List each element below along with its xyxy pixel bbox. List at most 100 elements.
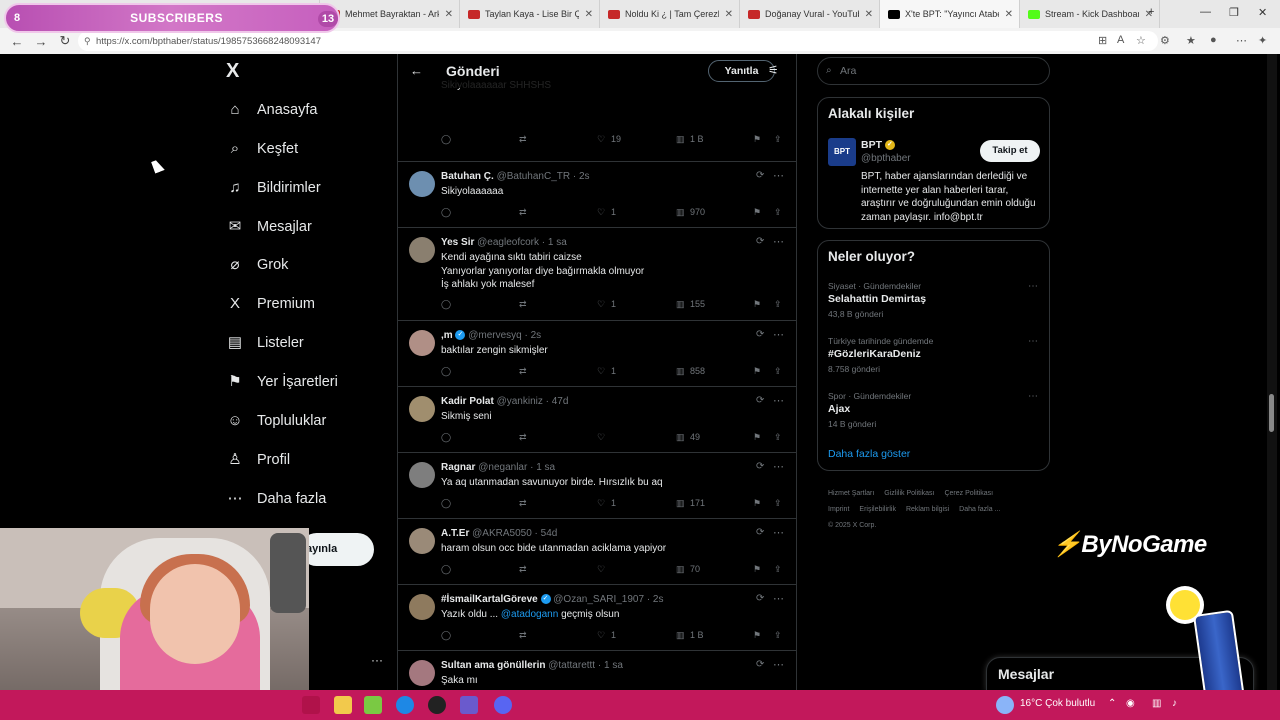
- bookmark-icon[interactable]: ⚑: [753, 432, 761, 443]
- avatar[interactable]: [409, 660, 435, 686]
- author-name[interactable]: #İsmailKartalGöreve: [441, 594, 538, 605]
- sidebar-item-9[interactable]: ☺ Topluluklar: [226, 412, 326, 430]
- author-handle[interactable]: @BatuhanC_TR · 2s: [497, 171, 590, 182]
- retweet-icon[interactable]: ⇄: [519, 207, 527, 218]
- menu-icon[interactable]: ⋯: [1236, 34, 1247, 47]
- like-icon[interactable]: ♡: [597, 432, 605, 443]
- share-icon[interactable]: ⇪: [774, 207, 782, 218]
- avatar[interactable]: [409, 462, 435, 488]
- author-handle[interactable]: @tattarettt · 1 sa: [548, 660, 623, 671]
- trend-item[interactable]: Spor · Gündemdekiler Ajax 14 B gönderi ⋯: [828, 391, 1043, 429]
- sidebar-item-1[interactable]: ⌂ Anasayfa: [226, 101, 317, 119]
- trend-item[interactable]: Türkiye tarihinde gündemde #GözleriKaraDe…: [828, 336, 1043, 374]
- avatar[interactable]: BPT: [828, 138, 856, 166]
- extensions-icon[interactable]: ⚙: [1160, 34, 1170, 47]
- reply-icon[interactable]: ◯: [441, 366, 451, 377]
- footer-link[interactable]: Çerez Politikası: [944, 490, 993, 497]
- site-info-icon[interactable]: ⚲: [84, 36, 91, 47]
- views-icon[interactable]: ▥: [676, 498, 685, 509]
- scrollbar-thumb[interactable]: [1269, 394, 1274, 432]
- sidebar-item-7[interactable]: ▤ Listeler: [226, 334, 304, 352]
- page-scrollbar[interactable]: [1267, 54, 1277, 690]
- reply-icon[interactable]: ◯: [441, 498, 451, 509]
- reply-icon[interactable]: ◯: [441, 207, 451, 218]
- avatar[interactable]: [409, 330, 435, 356]
- more-icon[interactable]: ⋯: [1028, 336, 1038, 347]
- like-icon[interactable]: ♡: [597, 564, 605, 575]
- grok-icon[interactable]: ⟳: [756, 170, 764, 181]
- reply-tweet[interactable]: Sikiyolaaaaaar SHHSHS◯⇄♡19▥1 B⚑⇪: [398, 80, 796, 162]
- retweet-icon[interactable]: ⇄: [519, 498, 527, 509]
- grok-icon[interactable]: ⟳: [756, 236, 764, 247]
- grok-icon[interactable]: ⟳: [756, 593, 764, 604]
- sidebar-item-6[interactable]: X Premium: [226, 295, 315, 313]
- read-aloud-icon[interactable]: A: [1117, 34, 1124, 46]
- more-icon[interactable]: ⋯: [773, 235, 784, 248]
- avatar[interactable]: [409, 171, 435, 197]
- reply-icon[interactable]: ◯: [441, 299, 451, 310]
- footer-link[interactable]: Daha fazla ...: [959, 506, 1000, 513]
- account-more-icon[interactable]: ···: [371, 653, 383, 667]
- like-icon[interactable]: ♡: [597, 134, 605, 145]
- bookmark-icon[interactable]: ⚑: [753, 134, 761, 145]
- more-icon[interactable]: ⋯: [773, 394, 784, 407]
- maximize-icon[interactable]: ❐: [1229, 6, 1239, 19]
- favorites-icon[interactable]: ★: [1186, 34, 1196, 47]
- share-icon[interactable]: ⇪: [774, 299, 782, 310]
- tab-close-icon[interactable]: ✕: [859, 9, 873, 20]
- views-icon[interactable]: ▥: [676, 366, 685, 377]
- post-button[interactable]: ayınla: [300, 533, 374, 566]
- views-icon[interactable]: ▥: [676, 134, 685, 145]
- like-icon[interactable]: ♡: [597, 207, 605, 218]
- taskbar-app-icon[interactable]: [302, 696, 320, 714]
- more-icon[interactable]: ⋯: [773, 592, 784, 605]
- reply-tweet[interactable]: Yes Sir @eagleofcork · 1 sa ⟳ ⋯ Kendi ayağı…: [398, 228, 796, 321]
- tab-3[interactable]: Taylan Kaya - Lise Bir Çağlar✕: [460, 0, 600, 28]
- search-input[interactable]: ⌕ Ara: [817, 57, 1050, 85]
- volume-icon[interactable]: ♪: [1172, 698, 1177, 709]
- bookmark-icon[interactable]: ⚑: [753, 630, 761, 641]
- weather-icon[interactable]: [996, 696, 1014, 714]
- new-tab-button[interactable]: +: [1148, 6, 1154, 18]
- app-icon[interactable]: ⊞: [1098, 34, 1107, 47]
- file-explorer-icon[interactable]: [334, 696, 352, 714]
- reply-icon[interactable]: ◯: [441, 630, 451, 641]
- store-icon[interactable]: [364, 696, 382, 714]
- views-icon[interactable]: ▥: [676, 299, 685, 310]
- grok-icon[interactable]: ⟳: [756, 527, 764, 538]
- app-icon[interactable]: [460, 696, 478, 714]
- tray-app-icon[interactable]: ◉: [1126, 698, 1135, 709]
- share-icon[interactable]: ⇪: [774, 564, 782, 575]
- url-field[interactable]: ⚲ https://x.com/bpthaber/status/19857536…: [78, 31, 1158, 51]
- like-icon[interactable]: ♡: [597, 299, 605, 310]
- trend-item[interactable]: Siyaset · Gündemdekiler Selahattin Demirt…: [828, 281, 1043, 319]
- bookmark-icon[interactable]: ⚑: [753, 366, 761, 377]
- weather-text[interactable]: 16°C Çok bulutlu: [1020, 698, 1095, 709]
- bookmark-icon[interactable]: ⚑: [753, 207, 761, 218]
- author-name[interactable]: ,m: [441, 330, 453, 341]
- profile-icon[interactable]: ●: [1210, 34, 1217, 46]
- reply-tweet[interactable]: Kadir Polat @yankiniz · 47d ⟳ ⋯ Sikmiş seni…: [398, 387, 796, 453]
- author-handle[interactable]: @AKRA5050 · 54d: [472, 528, 557, 539]
- reply-tweet[interactable]: Ragnar @neganlar · 1 sa ⟳ ⋯ Ya aq utanmadan…: [398, 453, 796, 519]
- sidebar-item-2[interactable]: ⌕ Keşfet: [226, 140, 298, 158]
- author-name[interactable]: Ragnar: [441, 462, 475, 473]
- edge-icon[interactable]: [396, 696, 414, 714]
- like-icon[interactable]: ♡: [597, 630, 605, 641]
- reply-tweet[interactable]: #İsmailKartalGöreve ✓ @Ozan_SARI_1907 · …: [398, 585, 796, 651]
- forward-icon[interactable]: →: [34, 34, 48, 49]
- account-name[interactable]: BPT ✓: [861, 139, 895, 151]
- back-icon[interactable]: ←: [10, 34, 24, 49]
- author-name[interactable]: Kadir Polat: [441, 396, 494, 407]
- minimize-icon[interactable]: —: [1200, 6, 1211, 18]
- account-handle[interactable]: @bpthaber: [861, 153, 911, 164]
- author-name[interactable]: A.T.Er: [441, 528, 469, 539]
- more-icon[interactable]: ⋯: [773, 328, 784, 341]
- author-handle[interactable]: @neganlar · 1 sa: [478, 462, 555, 473]
- footer-link[interactable]: Reklam bilgisi: [906, 506, 949, 513]
- grok-icon[interactable]: ⟳: [756, 395, 764, 406]
- sidebar-item-10[interactable]: ♙ Profil: [226, 451, 290, 469]
- tray-overflow-icon[interactable]: ⌃: [1108, 698, 1116, 709]
- like-icon[interactable]: ♡: [597, 366, 605, 377]
- bookmark-icon[interactable]: ⚑: [753, 564, 761, 575]
